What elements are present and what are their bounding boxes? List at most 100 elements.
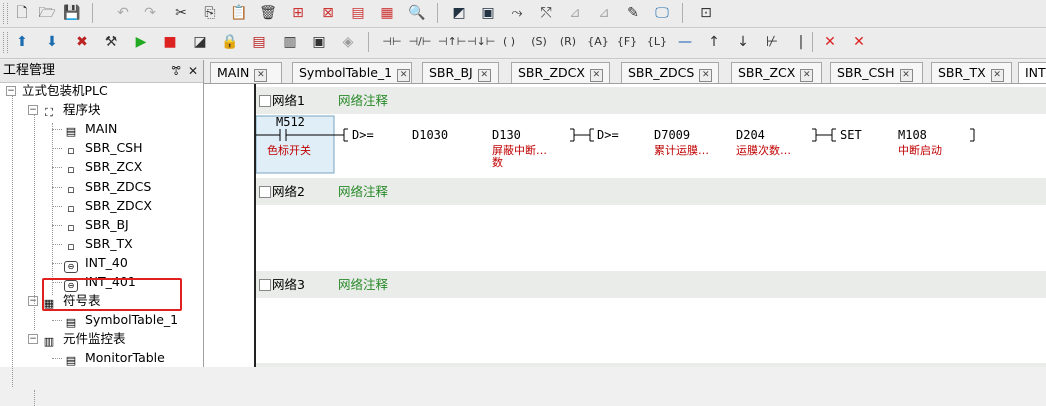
tab-sbr-bj[interactable]: SBR_BJ ✕ [422, 62, 499, 83]
new-file-icon[interactable]: 🗋 [12, 3, 32, 23]
tree-item-monitortable[interactable]: ▤ MonitorTable [64, 349, 165, 367]
monitor-on-icon[interactable]: ▤ [249, 32, 269, 52]
chart-icon[interactable]: ⊿ [565, 3, 585, 23]
coil-instruction[interactable]: SET [840, 128, 862, 142]
close-icon[interactable]: ✕ [589, 69, 603, 82]
download-icon[interactable]: ⬇ [42, 32, 62, 52]
stop-icon[interactable]: ■ [160, 32, 180, 52]
pin-icon[interactable]: ꔅ [171, 60, 181, 82]
reset-coil-icon[interactable]: (R) [556, 32, 580, 52]
set-coil-icon[interactable]: (S) [527, 32, 551, 52]
network-checkbox[interactable] [259, 95, 271, 107]
function-icon[interactable]: {F} [615, 32, 639, 52]
tree-item-main[interactable]: ▤ MAIN [64, 120, 118, 138]
tab-sbr-tx[interactable]: SBR_TX ✕ [931, 62, 1012, 83]
tree-item-sbr-bj[interactable]: ▫ SBR_BJ [64, 216, 128, 234]
collapse-icon[interactable]: − [6, 86, 16, 96]
network-body-1[interactable]: M512 色标开关 D>= D1030 D130 屏蔽中断… 数 D>= D70… [256, 114, 1046, 176]
close-icon[interactable]: ✕ [699, 69, 713, 82]
redo-icon[interactable]: ↷ [140, 3, 160, 23]
compare-op-2[interactable]: D>= [597, 128, 619, 142]
undo-icon[interactable]: ↶ [113, 3, 133, 23]
tab-sbr-csh[interactable]: SBR_CSH ✕ [830, 62, 923, 83]
find-icon[interactable]: 🔍 [407, 3, 427, 23]
contact-address[interactable]: M512 [276, 115, 305, 129]
contact-falling-icon[interactable]: ⊣↓⊢ [467, 32, 495, 52]
tree-item-sbr-zdcs[interactable]: ▫ SBR_ZDCS [64, 178, 151, 196]
delete-icon[interactable]: 🗑 [258, 3, 278, 23]
coil-target[interactable]: M108 [898, 128, 927, 142]
network-checkbox[interactable] [259, 279, 271, 291]
instruction-list-icon[interactable]: ▣ [478, 3, 498, 23]
close-icon[interactable]: ✕ [477, 69, 491, 82]
upload-icon[interactable]: ⬆ [12, 32, 32, 52]
force-icon[interactable]: ◈ [338, 32, 358, 52]
tab-sbr-zdcx[interactable]: SBR_ZDCX ✕ [511, 62, 610, 83]
ladder-view-icon[interactable]: ◩ [449, 3, 469, 23]
compare-operand-2b[interactable]: D204 [736, 128, 765, 142]
network-header-3[interactable]: 网络3 网络注释 [256, 271, 1046, 298]
open-icon[interactable]: 🗁 [37, 3, 57, 23]
network-header-2[interactable]: 网络2 网络注释 [256, 178, 1046, 205]
hammer-icon[interactable]: ⚒ [101, 32, 121, 52]
tools-icon[interactable]: ✖ [72, 32, 92, 52]
tab-main[interactable]: MAIN ✕ [210, 62, 282, 83]
contact-nc-icon[interactable]: ⊣/⊢ [408, 32, 432, 52]
edit-chart-icon[interactable]: ✎ [623, 3, 643, 23]
monitor-icon[interactable]: 🖵 [652, 3, 672, 23]
close-icon[interactable]: ✕ [899, 69, 913, 82]
compile-all-icon[interactable]: ▦ [377, 3, 397, 23]
zoom-in-icon[interactable]: ⤳ [507, 3, 527, 23]
cut-icon[interactable]: ✂ [171, 3, 191, 23]
compile-icon[interactable]: ▤ [348, 3, 368, 23]
contact-no-icon[interactable]: ⊣⊢ [380, 32, 404, 52]
tree-item-sbr-zcx[interactable]: ▫ SBR_ZCX [64, 158, 142, 176]
tree-item-sbr-csh[interactable]: ▫ SBR_CSH [64, 139, 142, 157]
close-icon[interactable]: ✕ [254, 69, 268, 82]
label-icon[interactable]: {L} [645, 32, 669, 52]
save-icon[interactable]: 💾 [62, 3, 82, 23]
tree-item-sbr-tx[interactable]: ▫ SBR_TX [64, 235, 132, 253]
close-icon[interactable]: ✕ [800, 69, 814, 82]
invert-icon[interactable]: ⊬ [762, 32, 782, 52]
tree-item-元件监控表[interactable]: ▥ 元件监控表 [42, 330, 126, 348]
status-icon[interactable]: ▣ [309, 32, 329, 52]
coil-icon[interactable]: ( ) [497, 32, 521, 52]
toolbar-grip[interactable] [3, 32, 8, 53]
run-icon[interactable]: ▶ [131, 32, 151, 52]
horizontal-line-icon[interactable]: — [675, 32, 695, 52]
collapse-icon[interactable]: − [28, 334, 38, 345]
network-icon[interactable]: ⊡ [696, 3, 716, 23]
close-icon[interactable]: ✕ [188, 60, 198, 82]
collapse-icon[interactable]: − [28, 105, 38, 116]
erase-icon[interactable]: ◪ [190, 32, 210, 52]
network-header-1[interactable]: 网络1 网络注释 [256, 87, 1046, 114]
insert-row-icon[interactable]: ⊞ [288, 3, 308, 23]
close-icon[interactable]: ✕ [990, 69, 1004, 82]
network-checkbox[interactable] [259, 186, 271, 198]
tree-item-立式包装机plc[interactable]: 立式包装机PLC [22, 82, 108, 100]
tree-item-int-40[interactable]: ⊖ INT_40 [64, 254, 128, 273]
chart2-icon[interactable]: ⊿ [594, 3, 614, 23]
tree-item-程序块[interactable]: ⛶ 程序块 [42, 101, 100, 119]
paste-icon[interactable]: 📋 [229, 3, 249, 23]
delete-row-icon[interactable]: ⊠ [318, 3, 338, 23]
contact-rising-icon[interactable]: ⊣↑⊢ [438, 32, 466, 52]
compare-operand-1b[interactable]: D130 [492, 128, 521, 142]
tree-item-sbr-zdcx[interactable]: ▫ SBR_ZDCX [64, 197, 152, 215]
compare-operand-2a[interactable]: D7009 [654, 128, 690, 142]
apply-instr-icon[interactable]: {A} [586, 32, 610, 52]
network-comment[interactable]: 网络注释 [338, 87, 388, 114]
tab-sbr-zcx[interactable]: SBR_ZCX ✕ [731, 62, 822, 83]
tree-item-symboltable-1[interactable]: ▤ SymbolTable_1 [64, 311, 178, 329]
collapse-icon[interactable]: − [28, 296, 38, 307]
copy-icon[interactable]: ⎘ [200, 3, 220, 23]
network-comment[interactable]: 网络注释 [338, 271, 388, 298]
up-arrow-icon[interactable]: ↑ [704, 32, 724, 52]
compare-op-1[interactable]: D>= [352, 128, 374, 142]
monitor-off-icon[interactable]: ▥ [280, 32, 300, 52]
toolbar-grip[interactable] [3, 3, 8, 24]
network-body-2[interactable] [256, 205, 1046, 269]
compare-operand-1a[interactable]: D1030 [412, 128, 448, 142]
network-body-3[interactable] [256, 298, 1046, 362]
